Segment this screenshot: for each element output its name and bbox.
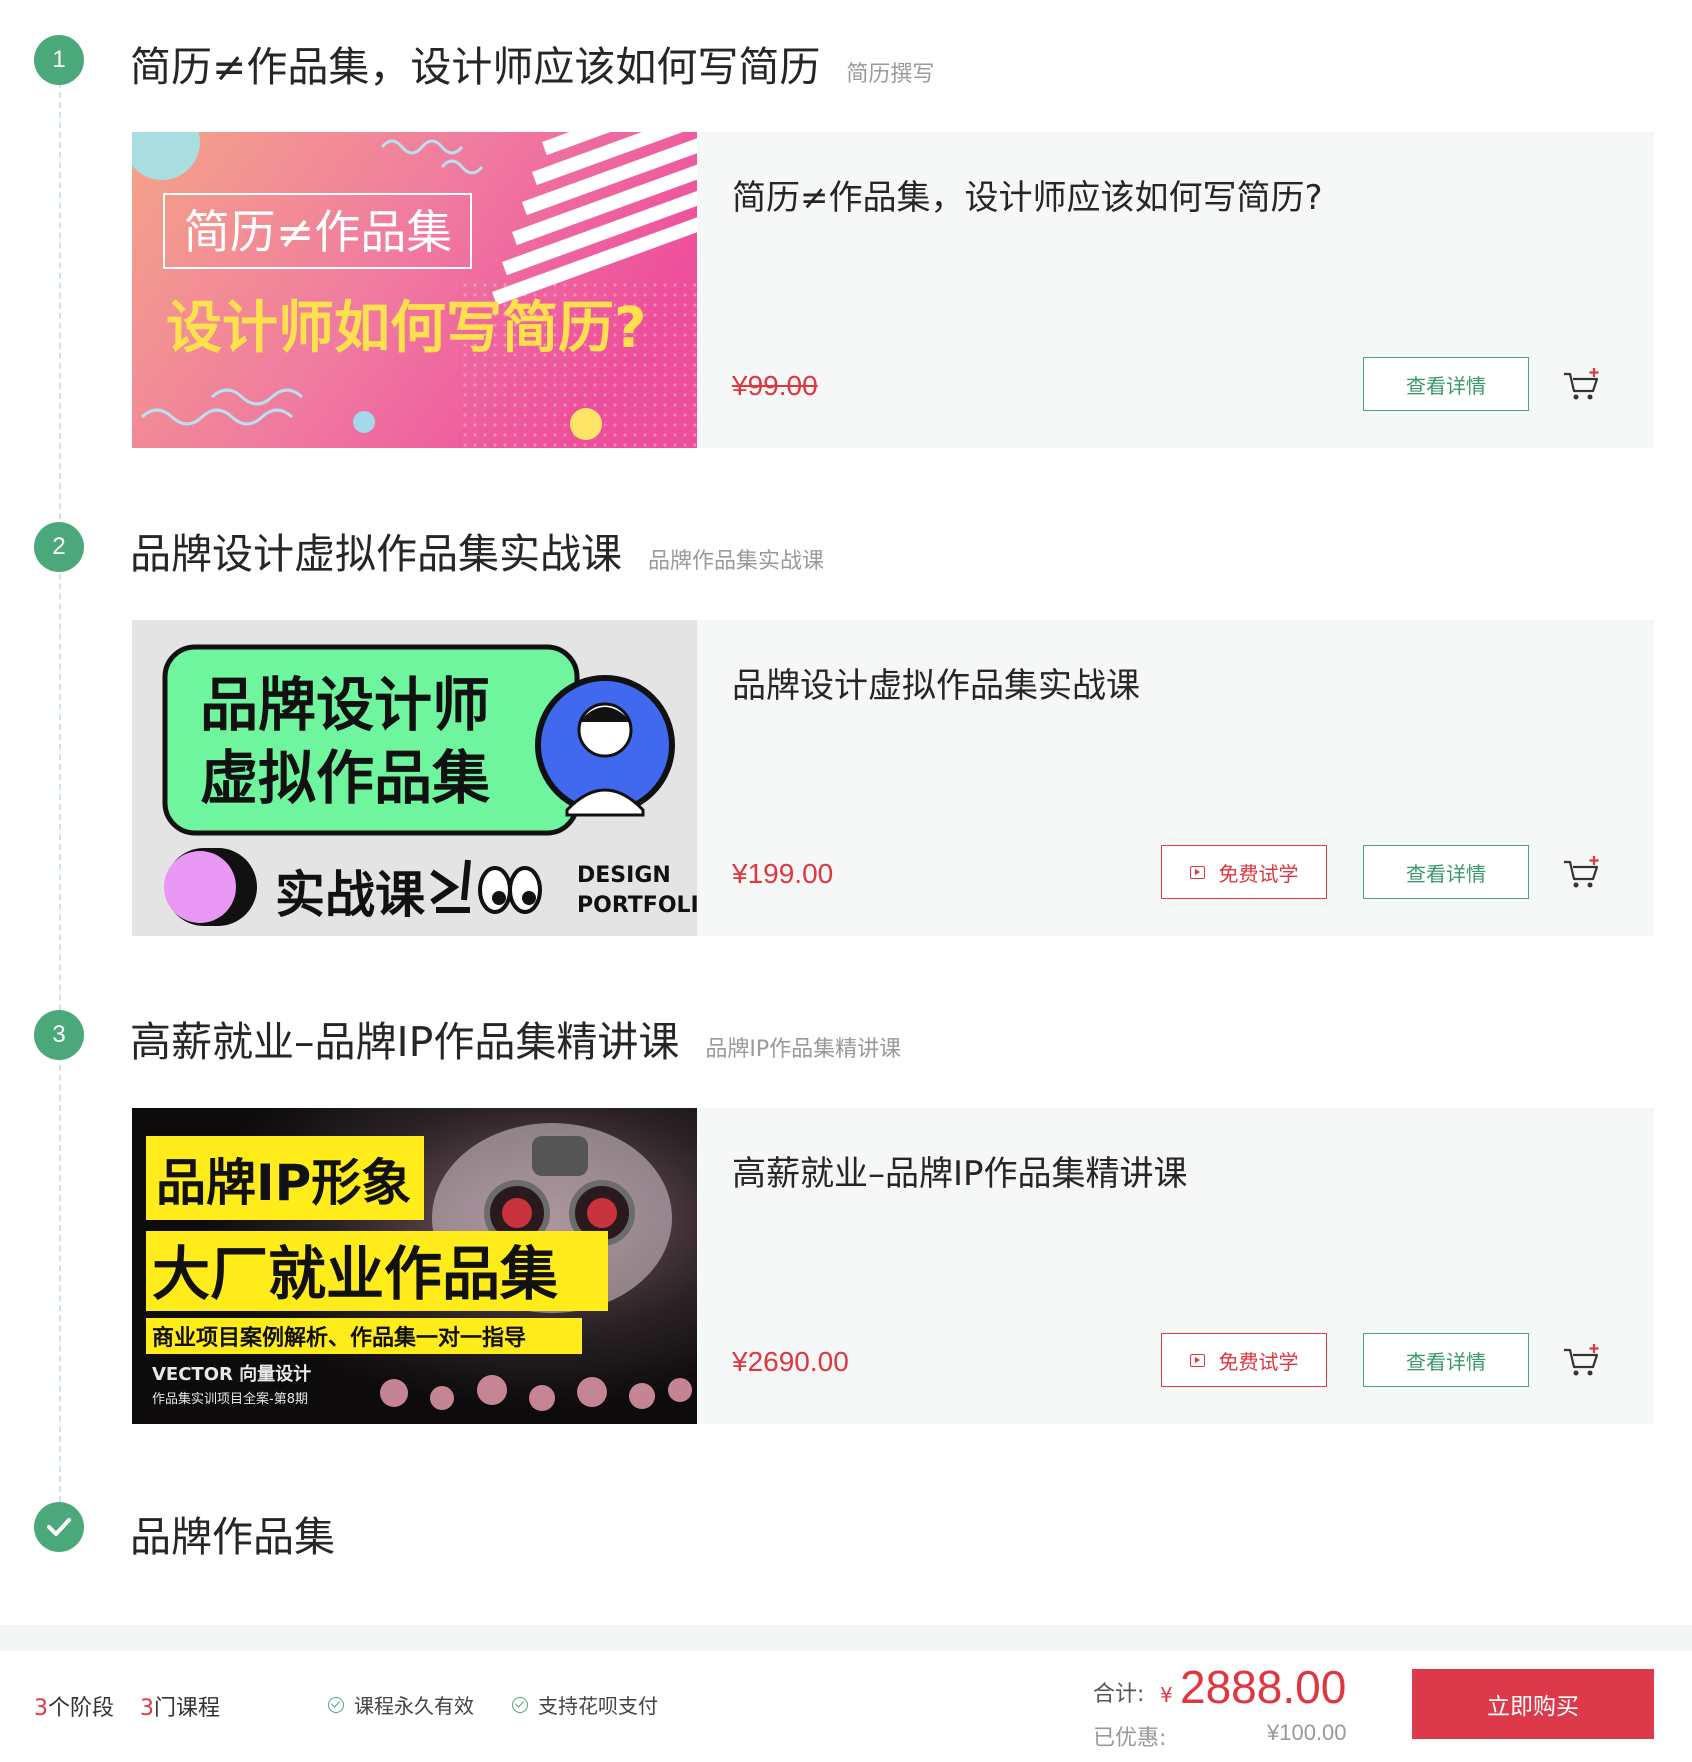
step-title-text: 品牌设计虚拟作品集实战课	[130, 530, 622, 578]
course-card: 简历≠作品集 设计师如何写简历? 简历≠作品集，设计师应该如何写简历? ¥99.…	[132, 132, 1654, 448]
final-step-title: 品牌作品集	[130, 1513, 335, 1561]
step-number-badge: 3	[34, 1010, 84, 1060]
feature-label: 支持花呗支付	[538, 1694, 658, 1718]
thumb-tag: PORTFOLI	[577, 893, 697, 918]
feature-label: 课程永久有效	[354, 1694, 474, 1718]
course-price: ¥2690.00	[732, 1346, 849, 1377]
total-currency: ¥	[1160, 1683, 1173, 1707]
thumb-title-line: 虚拟作品集	[200, 744, 490, 812]
thumb-tag: DESIGN	[577, 863, 671, 888]
step-title: 高薪就业–品牌IP作品集精讲课 品牌IP作品集精讲课	[130, 1008, 901, 1068]
course-title[interactable]: 品牌设计虚拟作品集实战课	[732, 658, 1140, 707]
stage-count-number: 3	[34, 1696, 48, 1721]
footer-separator	[0, 1625, 1692, 1651]
step-title: 品牌设计虚拟作品集实战课 品牌作品集实战课	[130, 520, 824, 580]
course-count-number: 3	[140, 1696, 154, 1721]
thumb-headline: 设计师如何写简历?	[166, 296, 646, 361]
check-circle-icon	[512, 1696, 528, 1713]
view-details-button[interactable]: 查看详情	[1363, 1333, 1529, 1387]
total-label: 合计:	[1093, 1682, 1145, 1707]
view-details-button[interactable]: 查看详情	[1363, 845, 1529, 899]
stage-count-label: 个阶段	[48, 1696, 115, 1721]
step-subtitle: 品牌IP作品集精讲课	[705, 1037, 902, 1062]
course-price: ¥199.00	[732, 858, 834, 889]
course-thumbnail[interactable]: 简历≠作品集 设计师如何写简历?	[132, 132, 697, 448]
check-circle-icon	[328, 1696, 344, 1713]
feature-huabei: 支持花呗支付	[512, 1690, 658, 1719]
discount-label: 已优惠:	[1093, 1726, 1167, 1751]
step-number-badge: 1	[34, 35, 84, 85]
play-icon	[1189, 1353, 1205, 1367]
buy-now-button[interactable]: 立即购买	[1412, 1669, 1654, 1739]
thumb-title-line: 简历≠作品集	[184, 205, 453, 259]
free-trial-label: 免费试学	[1218, 861, 1299, 886]
step-title-text: 简历≠作品集，设计师应该如何写简历	[130, 43, 821, 91]
course-thumbnail[interactable]: 品牌IP形象 大厂就业作品集 商业项目案例解析、作品集一对一指导 VECTOR …	[132, 1108, 697, 1424]
play-icon	[1189, 865, 1205, 879]
add-to-cart-icon[interactable]	[1562, 366, 1602, 402]
thumb-title-line: 实战课	[275, 866, 426, 924]
free-trial-label: 免费试学	[1218, 1349, 1299, 1374]
thumb-subline: 商业项目案例解析、作品集一对一指导	[152, 1325, 526, 1351]
course-card: 品牌设计师 虚拟作品集 实战课 DESIGN PORTFOLI 品牌设计虚拟作品…	[132, 620, 1654, 936]
thumb-title-line: 品牌设计师	[200, 671, 490, 739]
final-step-marker	[34, 1502, 84, 1552]
step-number-badge: 2	[34, 522, 84, 572]
course-count: 3门课程	[140, 1690, 220, 1722]
discount-value: ¥100.00	[1267, 1720, 1347, 1745]
add-to-cart-icon[interactable]	[1562, 1342, 1602, 1378]
course-count-label: 门课程	[154, 1696, 221, 1721]
thumb-title-line: 品牌IP形象	[156, 1154, 411, 1212]
timeline-line	[59, 62, 61, 1532]
stage-count: 3个阶段	[34, 1690, 114, 1722]
add-to-cart-icon[interactable]	[1562, 854, 1602, 890]
thumb-title-line: 大厂就业作品集	[152, 1240, 558, 1308]
course-title[interactable]: 高薪就业–品牌IP作品集精讲课	[732, 1146, 1188, 1195]
free-trial-button[interactable]: 免费试学	[1161, 845, 1327, 899]
free-trial-button[interactable]: 免费试学	[1161, 1333, 1327, 1387]
thumb-brand: VECTOR 向量设计	[152, 1363, 311, 1385]
course-card: 品牌IP形象 大厂就业作品集 商业项目案例解析、作品集一对一指导 VECTOR …	[132, 1108, 1654, 1424]
course-price: ¥99.00	[732, 370, 818, 401]
thumb-brand-sub: 作品集实训项目全案-第8期	[152, 1391, 308, 1407]
course-thumbnail[interactable]: 品牌设计师 虚拟作品集 实战课 DESIGN PORTFOLI	[132, 620, 697, 936]
total-price: 2888.00	[1180, 1661, 1347, 1713]
step-title: 简历≠作品集，设计师应该如何写简历 简历撰写	[130, 33, 934, 93]
course-title[interactable]: 简历≠作品集，设计师应该如何写简历?	[732, 170, 1323, 219]
step-subtitle: 简历撰写	[846, 62, 935, 87]
step-title-text: 高薪就业–品牌IP作品集精讲课	[130, 1018, 680, 1066]
step-subtitle: 品牌作品集实战课	[648, 549, 825, 574]
view-details-button[interactable]: 查看详情	[1363, 357, 1529, 411]
feature-lifetime: 课程永久有效	[328, 1690, 474, 1719]
check-icon	[34, 1502, 84, 1552]
